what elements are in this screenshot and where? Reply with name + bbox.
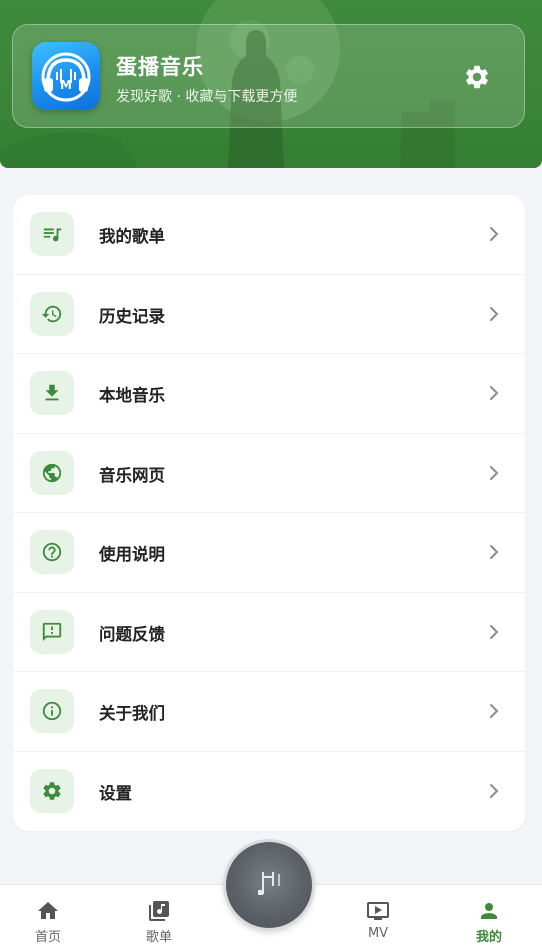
now-playing-disc-button[interactable] <box>226 842 312 928</box>
menu-item-label: 问题反馈 <box>99 624 165 644</box>
nav-tab-mine[interactable]: 我的 <box>449 885 529 949</box>
music-library-icon <box>149 901 169 921</box>
chevron-right-icon <box>490 783 499 798</box>
chevron-right-icon <box>490 704 499 718</box>
video-icon <box>367 902 389 920</box>
svg-text:M: M <box>60 78 72 92</box>
settings-button[interactable] <box>461 61 493 93</box>
app-info-card: M 蛋播音乐 发现好歌 · 收藏与下载更方便 <box>12 24 525 128</box>
person-icon <box>481 903 497 919</box>
headphones-icon: M <box>41 52 91 102</box>
nav-tab-label: 歌单 <box>145 930 172 945</box>
nav-tab-mv[interactable]: MV <box>338 885 418 949</box>
menu-item-settings[interactable]: 设置 <box>13 752 525 832</box>
chevron-right-icon <box>490 545 499 559</box>
menu-item-label: 我的歌单 <box>99 227 165 246</box>
nav-tab-label: MV <box>367 926 389 941</box>
app-logo: M <box>32 42 100 110</box>
feedback-icon <box>42 622 62 641</box>
menu-item-label: 本地音乐 <box>99 386 165 405</box>
menu-item-label: 音乐网页 <box>99 465 165 485</box>
music-note-icon <box>258 872 280 895</box>
nav-tab-playlists[interactable]: 歌单 <box>119 885 199 949</box>
menu-item-label: 设置 <box>99 783 132 803</box>
app-name: 蛋播音乐 <box>116 55 204 79</box>
nav-tab-label: 首页 <box>34 930 61 945</box>
menu-item-music-web[interactable]: 音乐网页 <box>13 434 525 513</box>
menu-item-about[interactable]: 关于我们 <box>13 672 525 752</box>
gear-icon <box>43 781 61 800</box>
chevron-right-icon <box>490 386 499 400</box>
chevron-right-icon <box>490 306 499 321</box>
menu-item-playlists[interactable]: 我的歌单 <box>13 195 525 275</box>
info-icon <box>42 701 62 721</box>
nav-tab-label: 我的 <box>475 930 502 945</box>
menu-item-local-music[interactable]: 本地音乐 <box>13 354 525 434</box>
menu-item-feedback[interactable]: 问题反馈 <box>13 593 525 672</box>
playlist-icon <box>43 228 62 242</box>
menu-item-label: 关于我们 <box>99 704 165 723</box>
gear-icon <box>466 65 488 89</box>
menu-list: 我的歌单 历史记录 本地音乐 音乐网页 使用说明 问题反馈 关于我们 设置 <box>13 195 525 831</box>
profile-header: M 蛋播音乐 发现好歌 · 收藏与下载更方便 <box>0 0 542 168</box>
nav-tab-home[interactable]: 首页 <box>8 885 88 949</box>
menu-item-help[interactable]: 使用说明 <box>13 513 525 593</box>
home-icon <box>38 902 58 919</box>
globe-icon <box>42 463 62 482</box>
chevron-right-icon <box>490 624 499 639</box>
history-icon <box>41 305 62 322</box>
app-slogan: 发现好歌 · 收藏与下载更方便 <box>116 89 298 105</box>
download-icon <box>45 384 59 401</box>
menu-item-label: 历史记录 <box>99 306 165 326</box>
menu-item-label: 使用说明 <box>99 545 165 564</box>
chevron-right-icon <box>490 465 499 480</box>
menu-item-history[interactable]: 历史记录 <box>13 275 525 354</box>
chevron-right-icon <box>490 227 499 241</box>
help-icon <box>42 542 62 562</box>
